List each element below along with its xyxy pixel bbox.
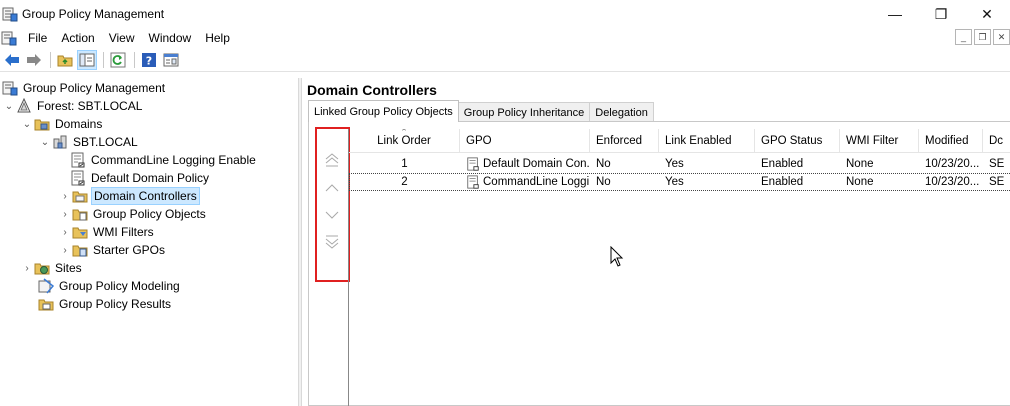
menu-view[interactable]: View: [102, 28, 142, 48]
tab-strip: Linked Group Policy Objects Group Policy…: [308, 100, 654, 122]
mdi-restore-button[interactable]: ❐: [974, 29, 991, 45]
svg-text:?: ?: [146, 54, 152, 67]
toolbar-separator: [134, 51, 135, 68]
tree-item-domain-controllers[interactable]: › Domain Controllers: [58, 187, 200, 205]
tab-linked-gpos[interactable]: Linked Group Policy Objects: [308, 100, 459, 122]
back-arrow-icon: [5, 53, 19, 66]
tree-item-sites[interactable]: › Sites: [20, 259, 84, 277]
menu-file[interactable]: File: [21, 28, 54, 48]
tree-item-starter-gpos[interactable]: › Starter GPOs: [58, 241, 167, 259]
collapse-chevron-icon[interactable]: ⌄: [38, 133, 52, 151]
expand-chevron-icon[interactable]: ›: [58, 205, 72, 223]
menu-help[interactable]: Help: [198, 28, 237, 48]
show-hide-tree-button[interactable]: [77, 49, 97, 70]
expand-chevron-icon[interactable]: ›: [58, 187, 72, 205]
column-header-link-enabled[interactable]: Link Enabled: [659, 129, 755, 153]
refresh-button[interactable]: [108, 50, 128, 70]
forward-button[interactable]: [24, 50, 44, 70]
expand-chevron-icon[interactable]: ›: [20, 259, 34, 277]
expand-chevron-icon[interactable]: ›: [58, 223, 72, 241]
tree-item-domains[interactable]: ⌄ Domains: [20, 115, 104, 133]
column-header-enforced[interactable]: Enforced: [590, 129, 659, 153]
sort-ascending-icon: ⌃: [400, 129, 408, 137]
linked-gpos-grid: ⌃ Link Order GPO Enforced Link Enabled G…: [348, 129, 1010, 406]
folder-up-icon: [57, 55, 73, 66]
minimize-button[interactable]: —: [872, 0, 918, 28]
wmi-folder-icon: [72, 227, 88, 239]
collapse-chevron-icon[interactable]: ⌄: [20, 115, 34, 133]
mdi-close-button[interactable]: ✕: [993, 29, 1010, 45]
tree-item-gpo-link-commandline[interactable]: CommandLine Logging Enable: [70, 151, 258, 169]
domains-folder-icon: [34, 119, 50, 131]
back-button[interactable]: [2, 50, 22, 70]
mdi-minimize-button[interactable]: _: [955, 29, 972, 45]
close-button[interactable]: ✕: [964, 0, 1010, 28]
table-row[interactable]: 1 Default Domain Con... No Yes Enabled N…: [349, 155, 1010, 173]
gpo-link-icon: [467, 175, 479, 189]
properties-button[interactable]: [161, 50, 181, 70]
column-header-gpo[interactable]: GPO: [460, 129, 590, 153]
window-title: Group Policy Management: [22, 7, 165, 21]
gpo-link-icon: [71, 170, 85, 186]
gpmc-root-icon: [2, 81, 18, 96]
toolbar-separator: [103, 51, 104, 68]
modeling-icon: [38, 278, 54, 294]
gpo-link-icon: [467, 157, 479, 171]
tab-gp-inheritance[interactable]: Group Policy Inheritance: [457, 102, 591, 122]
up-one-level-button[interactable]: [55, 50, 75, 70]
column-header-domain[interactable]: Dc: [983, 129, 1010, 153]
column-header-wmi-filter[interactable]: WMI Filter: [840, 129, 919, 153]
properties-icon: [163, 53, 179, 66]
column-header-modified[interactable]: Modified: [919, 129, 983, 153]
help-button[interactable]: ?: [139, 50, 159, 70]
column-header-gpo-status[interactable]: GPO Status: [755, 129, 840, 153]
pane-title: Domain Controllers: [307, 82, 437, 98]
tree-item-wmi-filters[interactable]: › WMI Filters: [58, 223, 156, 241]
console-tree: Group Policy Management ⌄ Forest: SBT.LO…: [0, 78, 298, 406]
tree-item-forest[interactable]: ⌄ Forest: SBT.LOCAL: [2, 97, 144, 115]
domain-icon: [53, 135, 67, 149]
gpo-link-icon: [71, 152, 85, 168]
refresh-icon: [110, 52, 126, 67]
tree-item-gp-modeling[interactable]: Group Policy Modeling: [38, 277, 182, 295]
highlight-annotation-box: [315, 127, 350, 282]
ou-folder-icon: [72, 191, 88, 203]
tree-item-group-policy-objects[interactable]: › Group Policy Objects: [58, 205, 208, 223]
tree-item-domain-sbt-local[interactable]: ⌄ SBT.LOCAL: [38, 133, 140, 151]
expand-chevron-icon[interactable]: ›: [58, 241, 72, 259]
gpmc-app-icon: [2, 7, 18, 22]
sites-icon: [34, 263, 50, 275]
menu-window[interactable]: Window: [142, 28, 199, 48]
title-bar: Group Policy Management — ❐ ✕: [0, 0, 1010, 28]
linked-gpos-panel: ⌃ Link Order GPO Enforced Link Enabled G…: [308, 121, 1010, 406]
forward-arrow-icon: [27, 53, 41, 66]
starter-gpo-folder-icon: [72, 245, 88, 257]
details-pane: Domain Controllers Linked Group Policy O…: [302, 78, 1010, 406]
column-header-link-order[interactable]: ⌃ Link Order: [349, 129, 460, 153]
grid-header: ⌃ Link Order GPO Enforced Link Enabled G…: [349, 129, 1010, 153]
mouse-pointer-icon: [610, 246, 624, 267]
tree-item-gp-results[interactable]: Group Policy Results: [38, 295, 173, 313]
show-hide-tree-icon: [79, 53, 95, 66]
toolbar-separator: [50, 51, 51, 68]
maximize-button[interactable]: ❐: [918, 0, 964, 28]
table-row[interactable]: 2 CommandLine Loggi... No Yes Enabled No…: [349, 173, 1010, 191]
toolbar: ?: [0, 48, 1010, 72]
collapse-chevron-icon[interactable]: ⌄: [2, 97, 16, 115]
results-icon: [38, 299, 54, 311]
menu-action[interactable]: Action: [54, 28, 101, 48]
gpo-folder-icon: [72, 209, 88, 221]
tree-item-gpm-root[interactable]: Group Policy Management: [2, 79, 167, 97]
tree-item-gpo-link-default-domain[interactable]: Default Domain Policy: [70, 169, 211, 187]
forest-icon: [17, 98, 31, 113]
help-icon: ?: [142, 52, 156, 67]
menu-bar: File Action View Window Help: [0, 28, 1010, 48]
tab-delegation[interactable]: Delegation: [589, 102, 654, 122]
console-window-icon[interactable]: [1, 30, 17, 46]
